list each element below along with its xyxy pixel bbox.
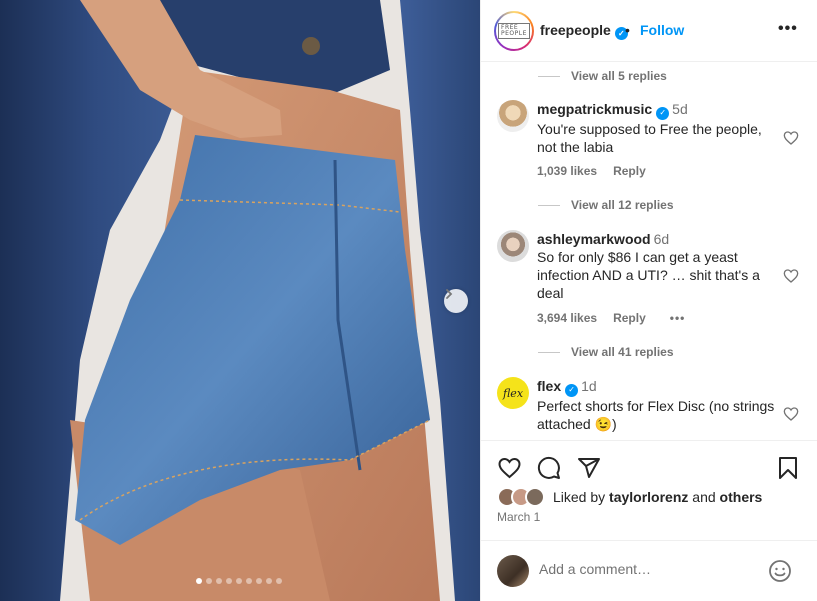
view-replies-button[interactable]: View all 12 replies <box>538 198 674 212</box>
carousel-dot <box>266 578 272 584</box>
verified-badge-icon: ✓ <box>565 383 579 397</box>
comment-username[interactable]: megpatrickmusic <box>537 101 652 117</box>
author-avatar[interactable]: FREE PEOPLE <box>494 11 534 51</box>
reply-button[interactable]: Reply <box>613 164 646 178</box>
comment-text: So for only $86 I can get a yeast infect… <box>537 249 760 301</box>
commenter-avatar[interactable]: flex <box>497 377 529 409</box>
carousel-dot <box>256 578 262 584</box>
view-replies-button[interactable]: View all 5 replies <box>538 69 667 83</box>
liker-avatar <box>525 487 545 507</box>
comment-icon[interactable] <box>537 456 561 480</box>
comment-time: 5d <box>672 101 688 117</box>
view-replies-button[interactable]: View all 41 replies <box>538 345 674 359</box>
comment-likes[interactable]: 1,039 likes <box>537 164 597 178</box>
comment-more-options-icon[interactable]: ••• <box>670 311 686 325</box>
carousel-dot <box>246 578 252 584</box>
chevron-right-icon <box>446 289 453 299</box>
post-media[interactable] <box>0 0 480 601</box>
verified-badge-icon: ✓ <box>656 106 670 120</box>
flex-logo-text: flex <box>502 386 524 400</box>
post-sidebar: FREE PEOPLE freepeople ✓ • Follow ••• Vie… <box>480 0 817 601</box>
share-icon[interactable] <box>577 456 601 480</box>
liked-by: Liked by taylorlorenz and others <box>497 487 762 507</box>
heart-icon[interactable] <box>783 130 799 146</box>
post-header: FREE PEOPLE freepeople ✓ • Follow ••• <box>481 0 817 62</box>
carousel-dot <box>226 578 232 584</box>
header-separator: • <box>625 22 630 38</box>
comment-time: 1d <box>581 378 597 394</box>
liked-by-join: and <box>692 489 716 505</box>
more-options-icon[interactable]: ••• <box>778 20 798 38</box>
comment-text: Perfect shorts for Flex Disc (no strings… <box>537 397 775 432</box>
emoji-icon[interactable] <box>768 559 792 583</box>
liker-avatars[interactable] <box>497 487 545 507</box>
carousel-dot <box>216 578 222 584</box>
avatar-logo-text: FREE PEOPLE <box>498 23 530 39</box>
reply-button[interactable]: Reply <box>613 311 646 325</box>
comment-username[interactable]: flex <box>537 378 561 394</box>
comment-input[interactable] <box>539 561 759 577</box>
carousel-dot <box>196 578 202 584</box>
liked-by-prefix: Liked by <box>553 489 606 505</box>
carousel-dot <box>276 578 282 584</box>
liked-by-others[interactable]: others <box>720 489 763 505</box>
current-user-avatar <box>497 555 529 587</box>
comments-list: View all 5 replies megpatrickmusic ✓ 5d Yo… <box>481 62 817 440</box>
carousel-next-button[interactable] <box>444 289 468 313</box>
heart-icon[interactable] <box>783 268 799 284</box>
comment-text: You're supposed to Free the people, not … <box>537 120 762 155</box>
author-username[interactable]: freepeople ✓ <box>540 22 628 40</box>
follow-button[interactable]: Follow <box>640 22 684 38</box>
comment-likes[interactable]: 3,694 likes <box>537 311 597 325</box>
carousel-dot <box>236 578 242 584</box>
comment-username[interactable]: ashleymarkwood <box>537 231 651 247</box>
liked-by-user[interactable]: taylorlorenz <box>609 489 688 505</box>
commenter-avatar[interactable] <box>497 100 529 132</box>
comment-time: 6d <box>653 231 670 247</box>
heart-icon[interactable] <box>497 456 522 480</box>
post-photo <box>0 0 480 601</box>
carousel-dot <box>206 578 212 584</box>
post-date[interactable]: March 1 <box>497 510 540 524</box>
commenter-avatar[interactable] <box>497 230 529 262</box>
heart-icon[interactable] <box>783 406 799 422</box>
carousel-indicator <box>196 578 282 584</box>
bookmark-icon[interactable] <box>777 456 799 480</box>
add-comment-bar <box>481 540 817 601</box>
